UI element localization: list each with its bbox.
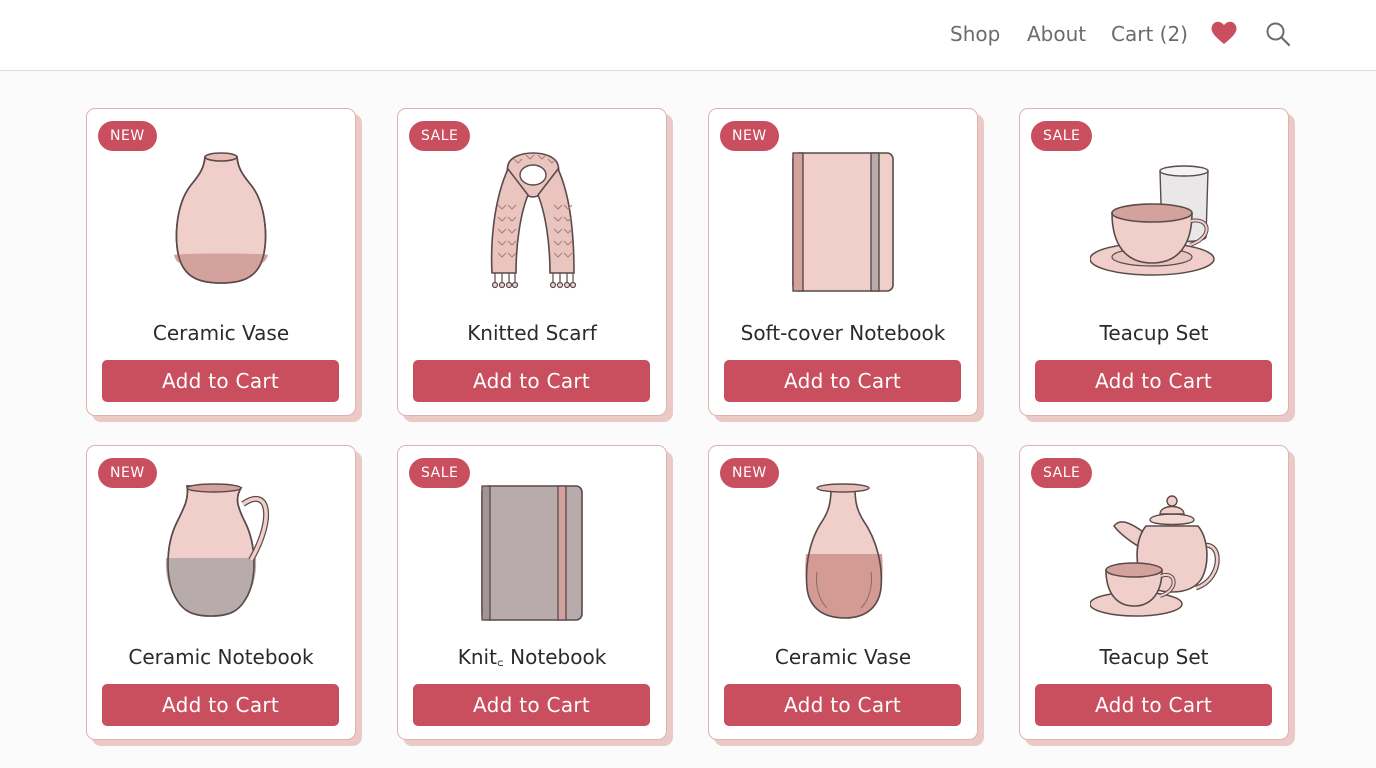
product-title: Soft-cover Notebook [740,321,946,345]
product-card: NEW Ceramic Vase Add to Cart [708,445,978,740]
new-badge: NEW [720,121,779,151]
top-nav-bar: Shop About Cart (2) [0,0,1376,71]
teapot-icon [1090,495,1220,617]
product-title: Teacup Set [1099,321,1209,345]
notebook-icon [792,152,894,292]
add-to-cart-button[interactable]: Add to Cart [102,684,339,726]
product-title: Ceramic Notebook [128,645,314,669]
heart-icon[interactable] [1210,20,1238,46]
product-card: NEW Soft-cover Notebook Add to Cart [708,108,978,416]
product-card: SALE Knit꜀ Notebook Add to Cart [397,445,667,740]
sale-badge: SALE [409,458,471,488]
teacup-icon [1090,165,1215,276]
new-badge: NEW [98,121,157,151]
add-to-cart-button[interactable]: Add to Cart [413,360,650,402]
pitcher-icon [165,483,270,617]
sale-badge: SALE [1031,121,1093,151]
nav-about-link[interactable]: About [1027,22,1086,46]
add-to-cart-button[interactable]: Add to Cart [102,360,339,402]
product-title: Knit꜀ Notebook [457,645,607,669]
product-card: NEW Ceramic Vase Add to Cart [86,108,356,416]
product-title: Ceramic Vase [774,645,912,669]
new-badge: NEW [720,458,779,488]
product-card: SALE Knitted Scarf Add to Cart [397,108,667,416]
product-card: NEW Ceramic Notebook Add to Cart [86,445,356,740]
sale-badge: SALE [1031,458,1093,488]
scarf-icon [490,152,577,289]
new-badge: NEW [98,458,157,488]
product-title: Knitted Scarf [467,321,597,345]
nav-shop-link[interactable]: Shop [950,22,1000,46]
add-to-cart-button[interactable]: Add to Cart [1035,684,1272,726]
add-to-cart-button[interactable]: Add to Cart [1035,360,1272,402]
product-title: Ceramic Vase [152,321,290,345]
sale-badge: SALE [409,121,471,151]
notebook-icon [481,485,583,621]
add-to-cart-button[interactable]: Add to Cart [724,684,961,726]
add-to-cart-button[interactable]: Add to Cart [413,684,650,726]
product-card: SALE Teacup Set Add to Cart [1019,445,1289,740]
add-to-cart-button[interactable]: Add to Cart [724,360,961,402]
product-title: Teacup Set [1099,645,1209,669]
search-icon[interactable] [1265,21,1291,47]
product-card: SALE Teacup Set Add to Cart [1019,108,1289,416]
vase-icon [805,483,883,619]
nav-cart-link[interactable]: Cart (2) [1111,22,1188,46]
vase-icon [174,152,268,284]
